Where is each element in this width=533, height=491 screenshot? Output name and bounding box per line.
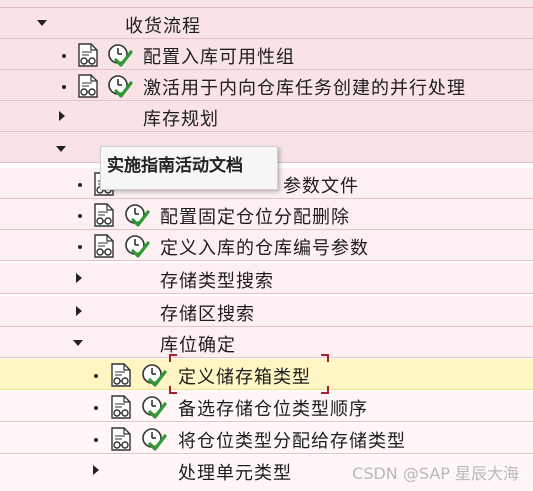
bullet-icon bbox=[94, 438, 98, 442]
bullet-icon bbox=[78, 245, 82, 249]
tree-node-label: 配置入库可用性组 bbox=[143, 47, 295, 68]
bullet-icon bbox=[78, 214, 82, 218]
document-icon[interactable] bbox=[110, 363, 132, 387]
tree-node-stock-planning[interactable]: 库存规划 bbox=[0, 101, 533, 132]
tree-node-warehouse-number-params[interactable]: 定义入库的仓库编号参数 bbox=[0, 230, 533, 261]
expand-arrow-icon[interactable] bbox=[76, 306, 82, 316]
watermark: CSDN @SAP 星辰大海 bbox=[352, 464, 519, 483]
bullet-icon bbox=[94, 374, 98, 378]
execute-clock-icon[interactable] bbox=[141, 362, 167, 388]
tree-node-goods-receipt-process[interactable]: 收货流程 bbox=[0, 8, 533, 39]
tree-node-label: 激活用于内向仓库任务创建的并行处理 bbox=[143, 78, 466, 99]
expand-arrow-icon[interactable] bbox=[93, 465, 99, 475]
tooltip: 实施指南活动文档 bbox=[100, 146, 278, 190]
tree-node-assign-bin-types[interactable]: 将仓位类型分配给存储类型 bbox=[0, 423, 533, 454]
collapse-arrow-icon[interactable] bbox=[73, 340, 83, 346]
tree-node-fixed-bin-deletion[interactable]: 配置固定仓位分配删除 bbox=[0, 199, 533, 230]
tree-node-storage-type-search[interactable]: 存储类型搜索 bbox=[0, 263, 533, 294]
expand-arrow-icon[interactable] bbox=[59, 111, 65, 121]
execute-clock-icon[interactable] bbox=[141, 394, 167, 420]
document-icon[interactable] bbox=[110, 427, 132, 451]
document-icon[interactable] bbox=[93, 203, 115, 227]
tree-node-alternative-bin-type-sequence[interactable]: 备选存储仓位类型顺序 bbox=[0, 391, 533, 422]
collapse-arrow-icon[interactable] bbox=[56, 146, 66, 152]
tree-node-storage-section-search[interactable]: 存储区搜索 bbox=[0, 296, 533, 327]
bullet-icon bbox=[62, 54, 66, 58]
collapse-arrow-icon[interactable] bbox=[37, 20, 47, 26]
bullet-icon bbox=[62, 85, 66, 89]
implementation-guide-tree: 收货流程 配置入库可用性组 激活用于内向仓库任务创建的并行处理 库存规划 参数文… bbox=[0, 0, 533, 491]
document-icon[interactable] bbox=[93, 234, 115, 258]
tree-node-parallel-processing[interactable]: 激活用于内向仓库任务创建的并行处理 bbox=[0, 70, 533, 101]
tree-node-label: 处理单元类型 bbox=[178, 463, 292, 484]
execute-clock-icon[interactable] bbox=[124, 202, 150, 228]
tree-node-label: 存储区搜索 bbox=[160, 304, 255, 325]
tree-node-label: 库存规划 bbox=[143, 109, 219, 130]
tree-node-label: 存储类型搜索 bbox=[160, 271, 274, 292]
tree-node-label: 备选存储仓位类型顺序 bbox=[178, 399, 368, 420]
tree-node-label: 收货流程 bbox=[125, 16, 201, 37]
selection-focus-frame bbox=[169, 354, 329, 394]
tree-node-inbound-availability-group[interactable]: 配置入库可用性组 bbox=[0, 39, 533, 70]
document-icon[interactable] bbox=[77, 74, 99, 98]
execute-clock-icon[interactable] bbox=[141, 426, 167, 452]
tree-node-label: 配置固定仓位分配删除 bbox=[160, 207, 350, 228]
tree-row-clipped bbox=[0, 0, 533, 8]
execute-clock-icon[interactable] bbox=[124, 233, 150, 259]
tooltip-text: 实施指南活动文档 bbox=[107, 156, 243, 176]
tree-node-label: 定义入库的仓库编号参数 bbox=[160, 238, 369, 259]
bullet-icon bbox=[94, 406, 98, 410]
document-icon[interactable] bbox=[110, 395, 132, 419]
document-icon[interactable] bbox=[77, 43, 99, 67]
bullet-icon bbox=[78, 183, 82, 187]
execute-clock-icon[interactable] bbox=[107, 73, 133, 99]
expand-arrow-icon[interactable] bbox=[76, 273, 82, 283]
tree-node-label: 将仓位类型分配给存储类型 bbox=[178, 431, 406, 452]
execute-clock-icon[interactable] bbox=[107, 42, 133, 68]
tree-node-label: 参数文件 bbox=[283, 176, 359, 197]
